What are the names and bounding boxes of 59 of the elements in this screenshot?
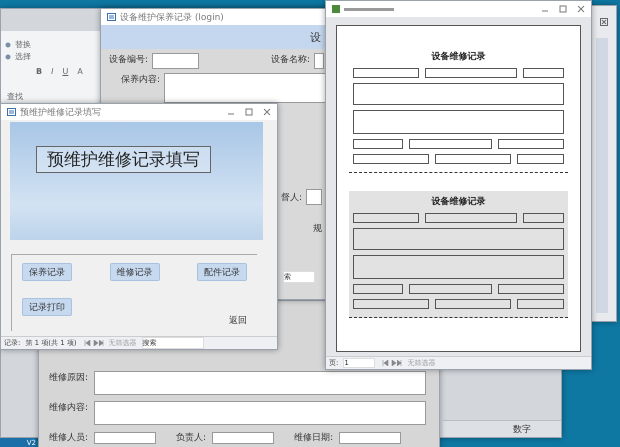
format-button[interactable]: B (36, 67, 42, 76)
report-field-box (353, 284, 404, 294)
window-title-drawing (344, 8, 394, 10)
report-field-box (523, 68, 564, 78)
text-area[interactable] (94, 371, 426, 395)
field-label: 规 (313, 222, 322, 235)
close-icon (600, 18, 608, 26)
text-area[interactable] (164, 73, 326, 103)
report-field-box (498, 284, 564, 294)
menu-button[interactable]: 记录打印 (22, 298, 72, 316)
close-icon (577, 5, 585, 13)
close-icon (263, 108, 271, 116)
record-navigation-icon (82, 340, 104, 346)
maximize-icon (245, 108, 253, 116)
back-link[interactable]: 返回 (229, 314, 247, 327)
field-label: 负责人: (176, 432, 206, 444)
menu-button[interactable]: 配件记录 (197, 263, 247, 281)
field-label: 维修人员: (49, 432, 88, 444)
menu-button[interactable]: 保养记录 (22, 263, 72, 281)
window-title: 设备维护保养记录 (login) (120, 12, 224, 24)
report-title: 设备维修记录 (432, 50, 486, 63)
format-button[interactable]: A (77, 67, 83, 76)
window-title: 预维护维修记录填写 (20, 106, 101, 118)
field-label: 维修日期: (294, 432, 334, 444)
report-field-box (498, 139, 564, 149)
input-field[interactable] (152, 53, 200, 69)
form-title: 设 (310, 30, 321, 44)
ribbon-group-label: 查找 (7, 91, 23, 102)
report-field-box (517, 154, 564, 164)
field-label: 维修内容: (49, 402, 88, 414)
report-field-box (353, 68, 420, 78)
format-button[interactable]: I (51, 67, 54, 76)
ribbon-command[interactable]: 替换 (15, 39, 31, 50)
report-field-box (353, 139, 404, 149)
status-text: 数字 (513, 424, 531, 436)
banner-title: 预维护维修记录填写 (36, 146, 211, 173)
input-field[interactable] (314, 53, 324, 69)
record-navigation-icon (380, 360, 402, 366)
field-label: 设备名称: (271, 54, 310, 66)
field-label: 保养内容: (121, 74, 160, 86)
report-field-box (353, 213, 420, 223)
input-field[interactable] (212, 432, 274, 444)
report-title: 设备维修记录 (432, 195, 486, 208)
report-field-box (517, 299, 564, 309)
report-field-box (523, 213, 564, 223)
format-button[interactable]: U (62, 67, 68, 76)
form-icon (107, 13, 116, 21)
maximize-icon (559, 5, 567, 13)
text-area[interactable] (94, 401, 426, 425)
report-icon (332, 5, 340, 13)
input-field[interactable] (339, 432, 402, 444)
field-label: 设备编号: (109, 54, 148, 66)
form-icon (7, 108, 16, 116)
ribbon-command[interactable]: 选择 (15, 51, 31, 62)
field-label: 维修原因: (49, 372, 88, 384)
field-label: 督人: (281, 192, 302, 204)
menu-button[interactable]: 维修记录 (110, 263, 160, 281)
input-field[interactable] (306, 189, 322, 205)
input-field[interactable] (94, 432, 156, 444)
